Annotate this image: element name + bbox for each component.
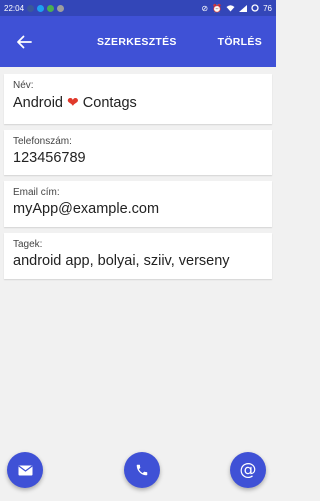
facebook-notification-icon: [27, 4, 35, 12]
name-field[interactable]: Név: Android ❤ Contags: [4, 74, 272, 124]
tags-label: Tagek:: [13, 239, 43, 250]
battery-level: 76: [263, 3, 272, 13]
tags-value[interactable]: android app, bolyai, sziiv, verseny: [13, 253, 263, 269]
sync-icon: [251, 4, 259, 12]
phone-field[interactable]: Telefonszám: 123456789: [4, 130, 272, 175]
phone-value[interactable]: 123456789: [13, 150, 263, 166]
arrow-back-icon: [17, 35, 32, 49]
email-button[interactable]: [7, 452, 43, 488]
delete-button[interactable]: TÖRLÉS: [218, 16, 262, 67]
blocked-icon: ⊘: [201, 3, 209, 13]
name-value[interactable]: Android ❤ Contags: [13, 94, 263, 111]
heart-icon: ❤: [67, 94, 79, 110]
app-notification-icon: [47, 4, 55, 12]
phone-label: Telefonszám:: [13, 136, 72, 147]
app-bar: SZERKESZTÉS TÖRLÉS: [0, 16, 276, 67]
tags-field[interactable]: Tagek: android app, bolyai, sziiv, verse…: [4, 233, 272, 279]
messenger-notification-icon: [37, 4, 45, 12]
status-bar: 22:04 ⊘ ⏰ 76: [0, 0, 276, 16]
status-time: 22:04: [4, 3, 25, 13]
back-button[interactable]: [10, 28, 38, 56]
page-title: SZERKESZTÉS: [97, 35, 177, 48]
email-icon: [17, 465, 33, 475]
wifi-icon: [226, 4, 235, 11]
at-sign-button[interactable]: @: [230, 452, 266, 488]
email-field[interactable]: Email cím: myApp@example.com: [4, 181, 272, 227]
name-label: Név:: [13, 80, 34, 91]
gallery-notification-icon: [57, 4, 65, 12]
call-button[interactable]: [124, 452, 160, 488]
alarm-icon: ⏰: [212, 3, 223, 13]
email-value[interactable]: myApp@example.com: [13, 201, 263, 217]
email-label: Email cím:: [13, 187, 60, 198]
at-sign-icon: @: [239, 460, 257, 480]
signal-icon: [239, 4, 248, 12]
phone-icon: [136, 464, 148, 476]
